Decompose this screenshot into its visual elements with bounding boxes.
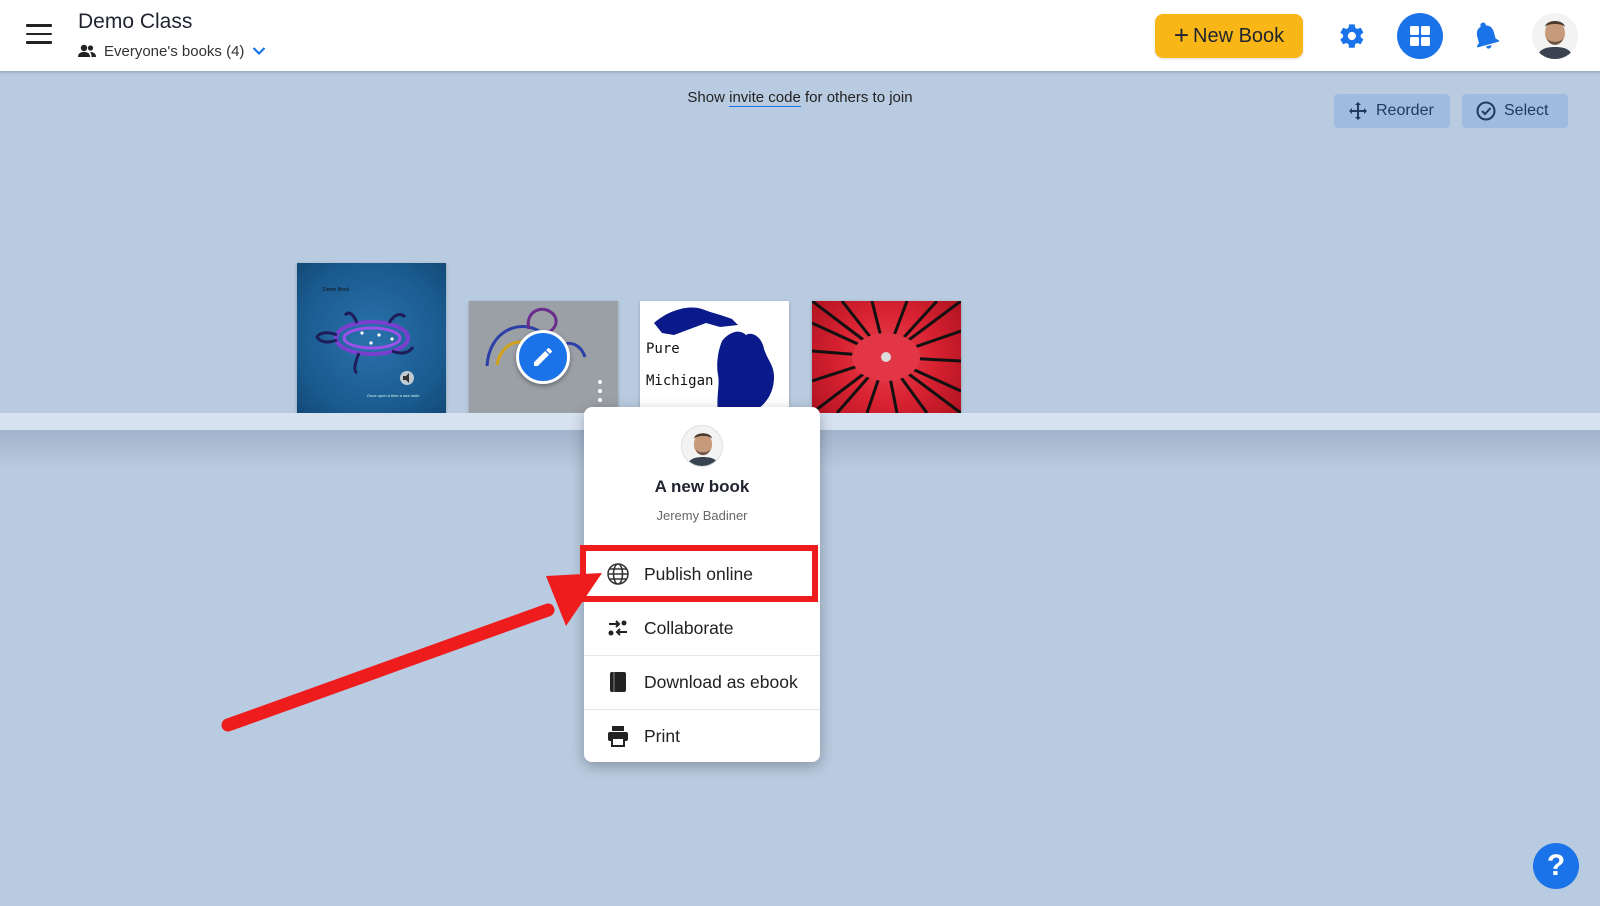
select-button[interactable]: Select	[1462, 94, 1568, 128]
book-cover-pure-michigan[interactable]: Pure Michigan	[640, 301, 789, 413]
select-label: Select	[1504, 102, 1549, 119]
book-cover-line-1: Pure	[646, 341, 680, 357]
new-book-button[interactable]: + New Book	[1155, 14, 1303, 58]
burst-drawing	[812, 301, 961, 413]
help-button[interactable]: ?	[1533, 843, 1579, 889]
menu-book-title: A new book	[654, 477, 750, 496]
sea-turtle-drawing	[315, 311, 415, 385]
books-filter-label: Everyone's books (4)	[104, 42, 245, 60]
hamburger-menu-icon[interactable]	[26, 24, 52, 46]
invite-suffix: for others to join	[805, 89, 913, 106]
collaborate-menu-item[interactable]: Collaborate	[584, 601, 820, 654]
print-menu-item[interactable]: Print	[584, 709, 820, 762]
edit-book-button[interactable]	[516, 330, 570, 384]
pencil-icon	[534, 348, 552, 366]
top-bar: Demo Class Everyone's books (4) + New Bo…	[0, 0, 1600, 71]
print-label: Print	[644, 725, 680, 746]
people-icon	[78, 44, 96, 57]
bell-icon[interactable]	[1470, 20, 1502, 52]
book-options-menu: A new book Jeremy Badiner Publish online…	[584, 407, 820, 762]
book-cover-turtle[interactable]: Demo Book Once upon a time a sea turtle	[297, 263, 446, 413]
class-title: Demo Class	[78, 10, 193, 33]
chevron-down-icon	[253, 47, 266, 56]
author-avatar	[681, 425, 723, 467]
book-cover-line-2: Michigan	[646, 373, 714, 389]
plus-icon: +	[1173, 20, 1190, 50]
download-ebook-menu-item[interactable]: Download as ebook	[584, 655, 820, 708]
reorder-button[interactable]: Reorder	[1334, 94, 1450, 128]
collaborate-label: Collaborate	[644, 617, 734, 638]
reorder-label: Reorder	[1376, 102, 1434, 119]
check-circle-icon	[1476, 101, 1496, 121]
book-cover-caption: Once upon a time a sea turtle	[367, 393, 420, 398]
publish-online-menu-item[interactable]: Publish online	[584, 547, 820, 600]
books-filter-dropdown[interactable]: Everyone's books (4)	[78, 40, 266, 62]
new-book-label: New Book	[1193, 24, 1285, 47]
printer-icon	[608, 726, 628, 747]
globe-icon	[607, 563, 629, 585]
publish-online-label: Publish online	[644, 563, 753, 584]
book-icon	[610, 672, 626, 692]
michigan-map-drawing	[654, 307, 774, 413]
gear-icon[interactable]	[1336, 20, 1368, 52]
invite-prefix: Show	[687, 89, 725, 106]
more-options-icon[interactable]	[593, 380, 607, 402]
book-cover-red-burst[interactable]	[812, 301, 961, 413]
collaborate-icon	[608, 620, 627, 636]
avatar[interactable]	[1532, 13, 1578, 59]
download-ebook-label: Download as ebook	[644, 671, 798, 692]
move-icon	[1349, 102, 1367, 120]
invite-code-link[interactable]: invite code	[729, 89, 801, 107]
menu-book-author: Jeremy Badiner	[656, 508, 748, 523]
grid-icon[interactable]	[1397, 13, 1443, 59]
